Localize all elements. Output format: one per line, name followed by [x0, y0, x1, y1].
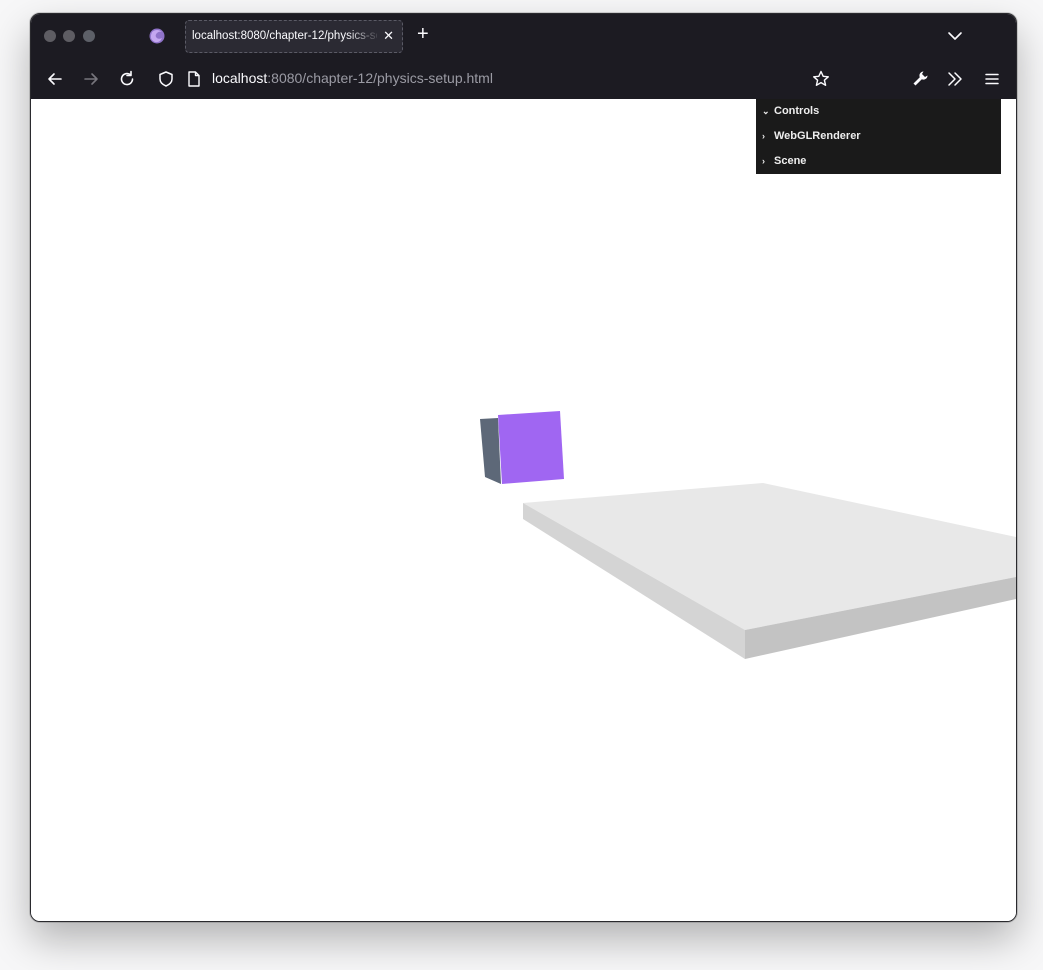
tab-close-icon[interactable]: ✕ [383, 28, 394, 44]
active-tab[interactable]: localhost:8080/chapter-12/physics-setup.… [185, 20, 403, 53]
reload-icon[interactable] [117, 69, 137, 89]
cube-side-face [480, 418, 501, 484]
navigation-toolbar: localhost:8080/chapter-12/physics-setup.… [31, 58, 1016, 99]
hamburger-menu-icon[interactable] [982, 69, 1002, 89]
tab-title-fade [346, 23, 381, 51]
overflow-chevrons-icon[interactable] [945, 69, 965, 89]
cube-front-face [498, 411, 564, 484]
forward-icon[interactable] [81, 69, 101, 89]
url-bar[interactable]: localhost:8080/chapter-12/physics-setup.… [212, 70, 493, 86]
back-icon[interactable] [45, 69, 65, 89]
dat-gui-panel: ⌄ Controls › WebGLRenderer › Scene [756, 99, 1001, 174]
minimize-window-button[interactable] [63, 30, 75, 42]
gui-folder-label: WebGLRenderer [774, 130, 861, 142]
gui-folder-scene[interactable]: › Scene [762, 151, 806, 171]
gui-folder-label: Controls [774, 105, 820, 117]
chevron-right-icon: › [762, 156, 765, 166]
shield-icon[interactable] [156, 69, 176, 89]
chevron-right-icon: › [762, 131, 765, 141]
webgl-canvas-area[interactable]: ⌄ Controls › WebGLRenderer › Scene [31, 99, 1016, 921]
bookmark-star-icon[interactable] [811, 69, 831, 89]
gui-folder-controls[interactable]: ⌄ Controls [762, 101, 819, 121]
zoom-window-button[interactable] [83, 30, 95, 42]
tab-list-chevron-icon[interactable] [945, 27, 965, 45]
url-host: localhost [212, 70, 268, 86]
threejs-scene[interactable] [31, 99, 1016, 921]
new-tab-button[interactable]: + [417, 22, 429, 46]
tab-strip: localhost:8080/chapter-12/physics-setup.… [31, 14, 1016, 58]
firefox-icon[interactable] [148, 27, 166, 45]
page-icon[interactable] [184, 69, 204, 89]
chevron-down-icon: ⌄ [762, 106, 770, 116]
close-window-button[interactable] [44, 30, 56, 42]
wrench-icon[interactable] [910, 69, 930, 89]
url-path: :8080/chapter-12/physics-setup.html [267, 70, 493, 86]
gui-folder-label: Scene [774, 155, 807, 167]
gui-folder-webglrenderer[interactable]: › WebGLRenderer [762, 126, 861, 146]
browser-window: localhost:8080/chapter-12/physics-setup.… [30, 13, 1017, 922]
